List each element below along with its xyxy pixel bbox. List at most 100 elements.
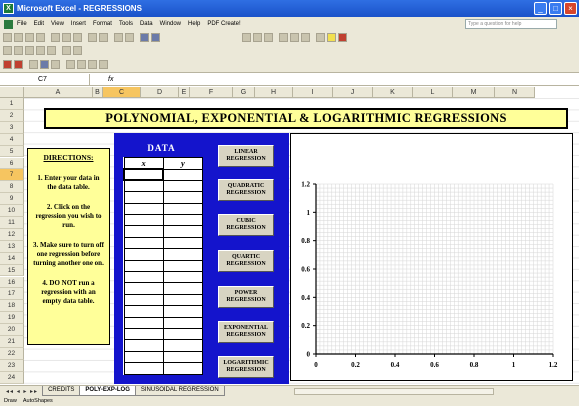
borders-icon[interactable] <box>316 33 325 42</box>
align-left-icon[interactable] <box>279 33 288 42</box>
draw-menu[interactable]: Draw <box>4 396 17 406</box>
workbook-icon[interactable] <box>4 19 13 29</box>
x-value-cell[interactable] <box>123 191 164 204</box>
x-value-cell[interactable] <box>123 202 164 216</box>
form-icon-4[interactable] <box>40 60 49 69</box>
x-value-cell[interactable] <box>123 179 164 193</box>
print-icon[interactable] <box>36 33 45 42</box>
y-value-cell[interactable] <box>162 168 204 181</box>
y-value-cell[interactable] <box>162 191 204 204</box>
menu-tools[interactable]: Tools <box>119 21 133 27</box>
maximize-button[interactable]: □ <box>549 2 562 15</box>
x-value-cell[interactable] <box>123 270 164 284</box>
row-header-7[interactable]: 7 <box>0 169 24 182</box>
y-value-cell[interactable] <box>162 179 204 193</box>
row-header-21[interactable]: 21 <box>0 336 24 348</box>
y-value-cell[interactable] <box>162 225 204 238</box>
review-icon-1[interactable] <box>3 46 12 55</box>
review-icon-2[interactable] <box>14 46 23 55</box>
exponential-regression-button[interactable]: EXPONENTIAL REGRESSION <box>218 321 274 343</box>
fx-icon[interactable]: fx <box>108 76 113 83</box>
form-icon-6[interactable] <box>66 60 75 69</box>
bold-icon[interactable] <box>242 33 251 42</box>
cut-icon[interactable] <box>51 33 60 42</box>
new-icon[interactable] <box>3 33 12 42</box>
column-header-g[interactable]: G <box>233 87 255 98</box>
power-regression-button[interactable]: POWER REGRESSION <box>218 286 274 308</box>
column-header-m[interactable]: M <box>453 87 495 98</box>
column-header-n[interactable]: N <box>495 87 535 98</box>
review-icon-3[interactable] <box>25 46 34 55</box>
row-header-10[interactable]: 10 <box>0 205 24 217</box>
row-header-15[interactable]: 15 <box>0 264 24 277</box>
align-right-icon[interactable] <box>301 33 310 42</box>
row-header-23[interactable]: 23 <box>0 359 24 372</box>
x-value-cell[interactable] <box>122 167 165 182</box>
review-icon-4[interactable] <box>36 46 45 55</box>
menu-format[interactable]: Format <box>93 21 112 27</box>
menu-pdf-create[interactable]: PDF Create! <box>207 21 240 27</box>
column-header-c[interactable]: C <box>103 87 141 98</box>
row-header-13[interactable]: 13 <box>0 240 24 253</box>
form-icon-3[interactable] <box>29 60 38 69</box>
form-icon-2[interactable] <box>14 60 23 69</box>
x-value-cell[interactable] <box>123 293 164 307</box>
review-icon-5[interactable] <box>47 46 56 55</box>
quadratic-regression-button[interactable]: QUADRATIC REGRESSION <box>218 179 274 201</box>
menu-edit[interactable]: Edit <box>34 21 44 27</box>
y-value-cell[interactable] <box>162 214 204 227</box>
y-value-cell[interactable] <box>162 202 204 216</box>
row-header-9[interactable]: 9 <box>0 193 24 206</box>
align-center-icon[interactable] <box>290 33 299 42</box>
close-button[interactable]: × <box>564 2 577 15</box>
x-value-cell[interactable] <box>123 339 164 352</box>
form-icon-9[interactable] <box>99 60 108 69</box>
row-header-14[interactable]: 14 <box>0 252 24 265</box>
column-header-b[interactable]: B <box>93 87 103 98</box>
y-value-cell[interactable] <box>162 259 204 273</box>
drawing-icon[interactable] <box>151 33 160 42</box>
row-header-20[interactable]: 20 <box>0 324 24 336</box>
row-header-24[interactable]: 24 <box>0 371 24 384</box>
cubic-regression-button[interactable]: CUBIC REGRESSION <box>218 214 274 236</box>
sheet-nav-arrows[interactable]: ◂◂ ◂ ▸ ▸▸ <box>6 388 38 395</box>
x-value-cell[interactable] <box>123 350 164 364</box>
x-value-cell[interactable] <box>123 316 164 329</box>
sum-icon[interactable] <box>114 33 123 42</box>
row-header-17[interactable]: 17 <box>0 288 24 301</box>
font-color-icon[interactable] <box>338 33 347 42</box>
review-icon-6[interactable] <box>62 46 71 55</box>
x-value-cell[interactable] <box>123 214 164 227</box>
row-header-3[interactable]: 3 <box>0 121 24 134</box>
y-value-cell[interactable] <box>162 339 204 352</box>
y-value-cell[interactable] <box>162 362 204 375</box>
column-header-j[interactable]: J <box>333 87 373 98</box>
sheet-tab-poly-exp-log[interactable]: POLY-EXP-LOG <box>79 386 136 396</box>
column-header-k[interactable]: K <box>373 87 413 98</box>
y-value-cell[interactable] <box>162 316 204 329</box>
underline-icon[interactable] <box>264 33 273 42</box>
help-search-input[interactable]: Type a question for help <box>465 19 557 29</box>
review-icon-7[interactable] <box>73 46 82 55</box>
column-header-l[interactable]: L <box>413 87 453 98</box>
form-icon-7[interactable] <box>77 60 86 69</box>
x-value-cell[interactable] <box>123 362 164 375</box>
paste-icon[interactable] <box>73 33 82 42</box>
form-icon-5[interactable] <box>51 60 60 69</box>
quartic-regression-button[interactable]: QUARTIC REGRESSION <box>218 250 274 272</box>
redo-icon[interactable] <box>99 33 108 42</box>
x-value-cell[interactable] <box>123 305 164 318</box>
undo-icon[interactable] <box>88 33 97 42</box>
y-value-cell[interactable] <box>162 248 204 261</box>
column-header-a[interactable]: A <box>24 87 93 98</box>
row-header-8[interactable]: 8 <box>0 181 24 194</box>
row-header-16[interactable]: 16 <box>0 276 24 289</box>
y-value-cell[interactable] <box>162 350 204 364</box>
sheet-tab-credits[interactable]: CREDITS <box>42 386 81 396</box>
select-all-corner[interactable] <box>0 87 24 98</box>
save-icon[interactable] <box>25 33 34 42</box>
minimize-button[interactable]: _ <box>534 2 547 15</box>
y-value-cell[interactable] <box>162 282 204 295</box>
sheet-tab-sinusoidal[interactable]: SINUSOIDAL REGRESSION <box>134 386 225 396</box>
row-header-18[interactable]: 18 <box>0 300 24 313</box>
